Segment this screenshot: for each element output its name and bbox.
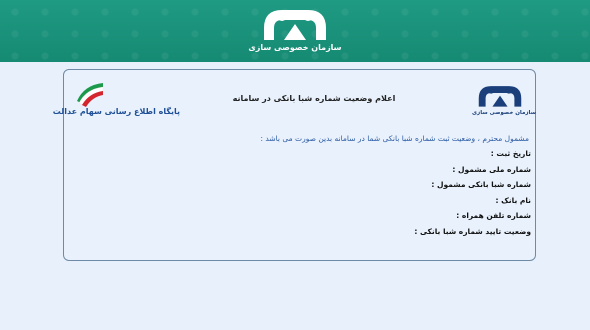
page-title: اعلام وضعیت شماره شبا بانکی در سامانه (232, 94, 396, 103)
site-header: سازمان خصوصی سازی (0, 0, 590, 62)
field-registration-date: تاریخ ثبت : (490, 149, 531, 158)
status-fields: تاریخ ثبت : شماره ملی مشمول : شماره شبا … (331, 149, 531, 242)
field-sheba-status: وضعیت تایید شماره شبا بانکی : (414, 226, 531, 236)
privatization-org-logo-icon (478, 86, 522, 107)
status-panel: پایگاه اطلاع رسانی سهام عدالت اعلام وضعی… (52, 69, 537, 261)
field-mobile-number: شماره تلفن همراه : (456, 211, 531, 220)
field-national-id: شماره ملی مشمول : (452, 164, 531, 174)
org-logo-label: سازمان خصوصی سازی (472, 110, 537, 116)
status-message: مشمول محترم ، وضعیت ثبت شماره شبا بانکی … (260, 134, 529, 143)
header-org-name: سازمان خصوصی سازی (248, 43, 342, 52)
field-sheba-number: شماره شبا بانکی مشمول : (431, 180, 531, 189)
brand-text: پایگاه اطلاع رسانی سهام عدالت (52, 107, 180, 116)
privatization-org-logo-icon (264, 10, 326, 40)
field-bank-name: نام بانک : (495, 195, 531, 205)
iran-flag-wave-icon (77, 83, 104, 107)
